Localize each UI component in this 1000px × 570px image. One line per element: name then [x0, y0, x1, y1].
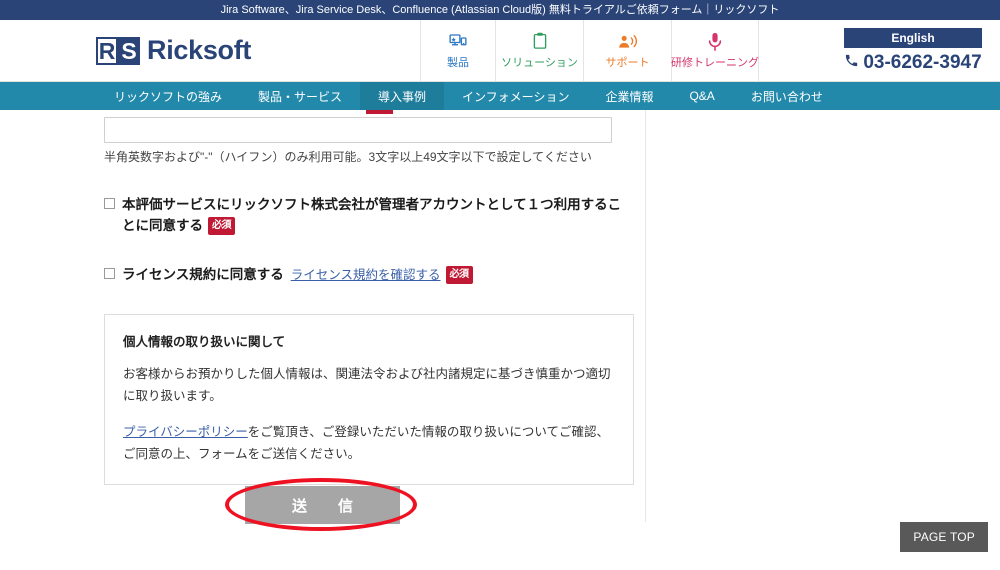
checkbox-admin-account[interactable]	[104, 197, 115, 209]
header-nav: 製品 ソリューション サポート 研修トレーニング	[420, 20, 759, 81]
header-nav-label-training: 研修トレーニング	[671, 56, 759, 69]
header-nav-label-support: サポート	[605, 56, 650, 69]
required-badge-license: 必須	[445, 266, 473, 285]
header-nav-label-solutions: ソリューション	[501, 56, 578, 69]
checkbox-admin-account-text: 本評価サービスにリックソフト株式会社が管理者アカウントとして１つ利用することに同…	[122, 196, 622, 234]
english-language-button[interactable]: English	[844, 27, 982, 48]
checkbox-license-text: ライセンス規約に同意する	[122, 267, 284, 283]
nav-item-strengths[interactable]: リックソフトの強み	[96, 82, 240, 110]
phone-number-text: 03-6262-3947	[863, 51, 982, 73]
privacy-notice-title: 個人情報の取り扱いに関して	[123, 335, 286, 350]
submit-area: 送 信	[0, 472, 645, 538]
privacy-policy-link[interactable]: プライバシーポリシー	[123, 425, 248, 439]
header-nav-label-products: 製品	[447, 56, 469, 69]
page-root: Jira Software、Jira Service Desk、Confluen…	[0, 0, 1000, 570]
header-nav-item-products[interactable]: 製品	[420, 20, 495, 81]
logo-mark-icon: R S	[96, 36, 140, 65]
nav-item-contact[interactable]: お問い合わせ	[733, 82, 841, 110]
page-title-banner: Jira Software、Jira Service Desk、Confluen…	[220, 4, 780, 16]
content-area: 半角英数字および"-"（ハイフン）のみ利用可能。3文字以上49文字以下で設定して…	[0, 110, 1000, 570]
nav-item-products-services[interactable]: 製品・サービス	[240, 82, 360, 110]
agreement-row-admin-account: 本評価サービスにリックソフト株式会社が管理者アカウントとして１つ利用することに同…	[104, 194, 634, 237]
nav-item-information[interactable]: インフォメーション	[444, 82, 587, 110]
header-nav-item-solutions[interactable]: ソリューション	[495, 20, 583, 81]
nav-item-case-studies[interactable]: 導入事例	[360, 82, 445, 110]
license-terms-link[interactable]: ライセンス規約を確認する	[291, 268, 441, 282]
ricksoft-logo[interactable]: R S Ricksoft	[96, 35, 251, 66]
agreement-row-license: ライセンス規約に同意する ライセンス規約を確認する 必須	[104, 264, 634, 286]
nav-item-company[interactable]: 企業情報	[587, 82, 671, 110]
page-top-button[interactable]: PAGE TOP	[900, 522, 988, 552]
monitor-icon	[449, 32, 467, 51]
input-hint-text: 半角英数字および"-"（ハイフン）のみ利用可能。3文字以上49文字以下で設定して…	[104, 150, 592, 164]
cut-off-required-badge	[366, 110, 393, 114]
checkbox-admin-account-label: 本評価サービスにリックソフト株式会社が管理者アカウントとして１つ利用することに同…	[122, 194, 634, 237]
privacy-notice-box: 個人情報の取り扱いに関して お客様からお預かりした個人情報は、関連法令および社内…	[104, 314, 634, 485]
checkbox-license-label: ライセンス規約に同意する ライセンス規約を確認する 必須	[122, 264, 473, 286]
logo-wordmark: Ricksoft	[147, 35, 252, 65]
checkbox-license-agreement[interactable]	[104, 268, 115, 280]
privacy-paragraph-2: プライバシーポリシーをご覧頂き、ご登録いただいた情報の取り扱いについてご確認、ご…	[123, 422, 615, 466]
clipboard-icon	[532, 32, 548, 51]
privacy-paragraph-1: お客様からお預かりした個人情報は、関連法令および社内諸規定に基づき慎重かつ適切に…	[123, 367, 611, 404]
trial-request-form: 半角英数字および"-"（ハイフン）のみ利用可能。3文字以上49文字以下で設定して…	[104, 110, 634, 485]
phone-icon	[844, 52, 859, 74]
logo-letter-s: S	[118, 36, 140, 65]
logo-letter-r: R	[96, 36, 118, 65]
support-person-icon	[618, 32, 638, 51]
logo-area: R S Ricksoft	[0, 20, 420, 81]
site-header: R S Ricksoft 製品 ソリューション サポート 研修トレーニング En…	[0, 20, 1000, 82]
required-badge-admin: 必須	[208, 217, 235, 235]
main-navigation-bar: リックソフトの強み 製品・サービス 導入事例 インフォメーション 企業情報 Q&…	[0, 82, 1000, 110]
microphone-icon	[708, 32, 722, 51]
submit-stack: 送 信	[208, 472, 438, 538]
phone-number[interactable]: 03-6262-3947	[844, 51, 982, 74]
header-right-area: English 03-6262-3947	[844, 20, 1000, 81]
nav-item-qa[interactable]: Q&A	[671, 82, 732, 110]
content-sidebar-divider	[645, 110, 646, 522]
header-nav-item-training[interactable]: 研修トレーニング	[671, 20, 759, 81]
top-utility-bar: Jira Software、Jira Service Desk、Confluen…	[0, 0, 1000, 20]
submit-button[interactable]: 送 信	[245, 486, 400, 524]
subdomain-input[interactable]	[104, 117, 612, 143]
header-nav-item-support[interactable]: サポート	[583, 20, 671, 81]
